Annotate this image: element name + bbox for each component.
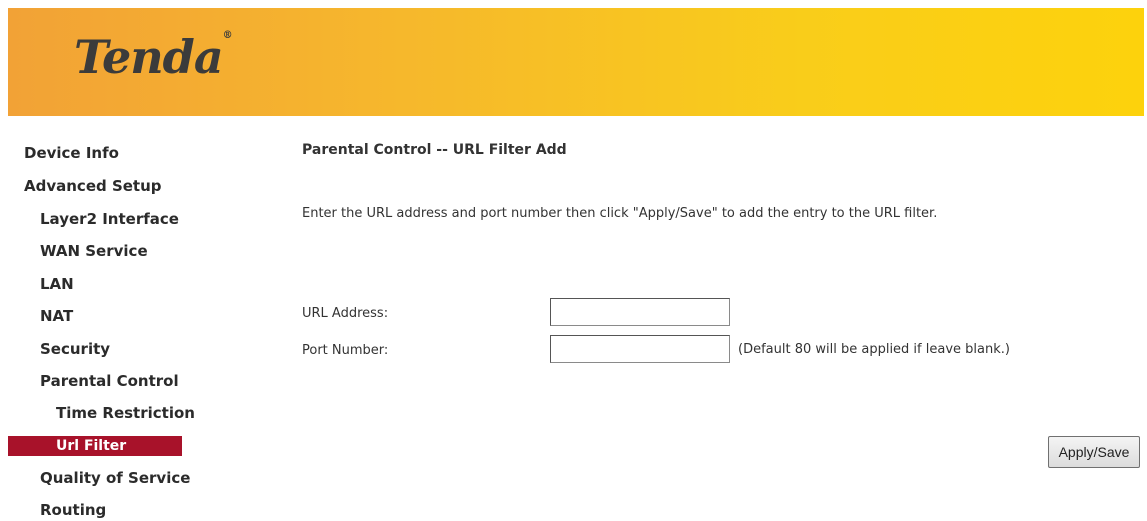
sidebar-item-layer2-interface[interactable]: Layer2 Interface	[8, 208, 179, 230]
sidebar-item-url-filter[interactable]: Url Filter	[8, 436, 182, 456]
url-address-input[interactable]	[550, 298, 730, 326]
url-address-label: URL Address:	[302, 306, 389, 321]
port-number-input[interactable]	[550, 335, 730, 363]
sidebar-item-lan[interactable]: LAN	[8, 273, 74, 295]
apply-save-button[interactable]: Apply/Save	[1048, 436, 1140, 468]
sidebar-item-device-info[interactable]: Device Info	[8, 142, 119, 164]
registered-mark: ®	[222, 30, 233, 41]
logo-text: Tenda	[74, 30, 224, 84]
sidebar-item-routing[interactable]: Routing	[8, 499, 106, 521]
sidebar-item-time-restriction[interactable]: Time Restriction	[8, 402, 195, 424]
sidebar-item-security[interactable]: Security	[8, 338, 110, 360]
header-banner: Tenda®	[8, 8, 1144, 116]
sidebar-item-nat[interactable]: NAT	[8, 305, 73, 327]
page-title: Parental Control -- URL Filter Add	[302, 142, 567, 158]
instructions-text: Enter the URL address and port number th…	[302, 206, 938, 221]
sidebar-item-quality-of-service[interactable]: Quality of Service	[8, 467, 190, 489]
sidebar-item-wan-service[interactable]: WAN Service	[8, 240, 148, 262]
main-content: Parental Control -- URL Filter Add Enter…	[248, 116, 1147, 519]
tenda-logo: Tenda®	[74, 30, 233, 84]
port-hint: (Default 80 will be applied if leave bla…	[738, 342, 1010, 357]
sidebar-item-parental-control[interactable]: Parental Control	[8, 370, 179, 392]
sidebar-nav: Device Info Advanced Setup Layer2 Interf…	[8, 116, 248, 519]
port-number-label: Port Number:	[302, 343, 389, 358]
sidebar-item-advanced-setup[interactable]: Advanced Setup	[8, 175, 162, 197]
